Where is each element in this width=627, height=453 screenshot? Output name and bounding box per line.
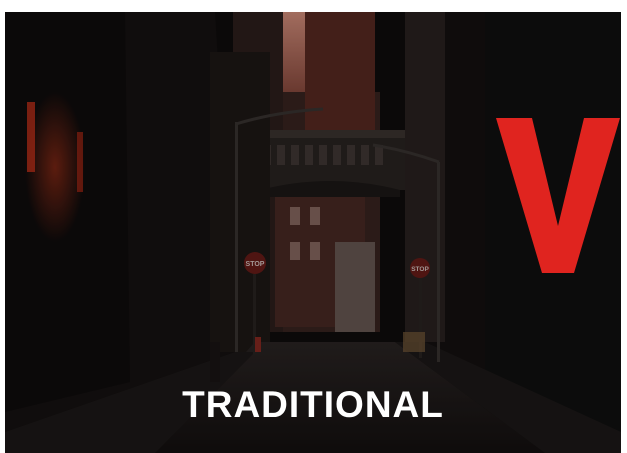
brand-v-logo xyxy=(496,118,620,273)
caption-text: TRADITIONAL xyxy=(182,384,444,425)
